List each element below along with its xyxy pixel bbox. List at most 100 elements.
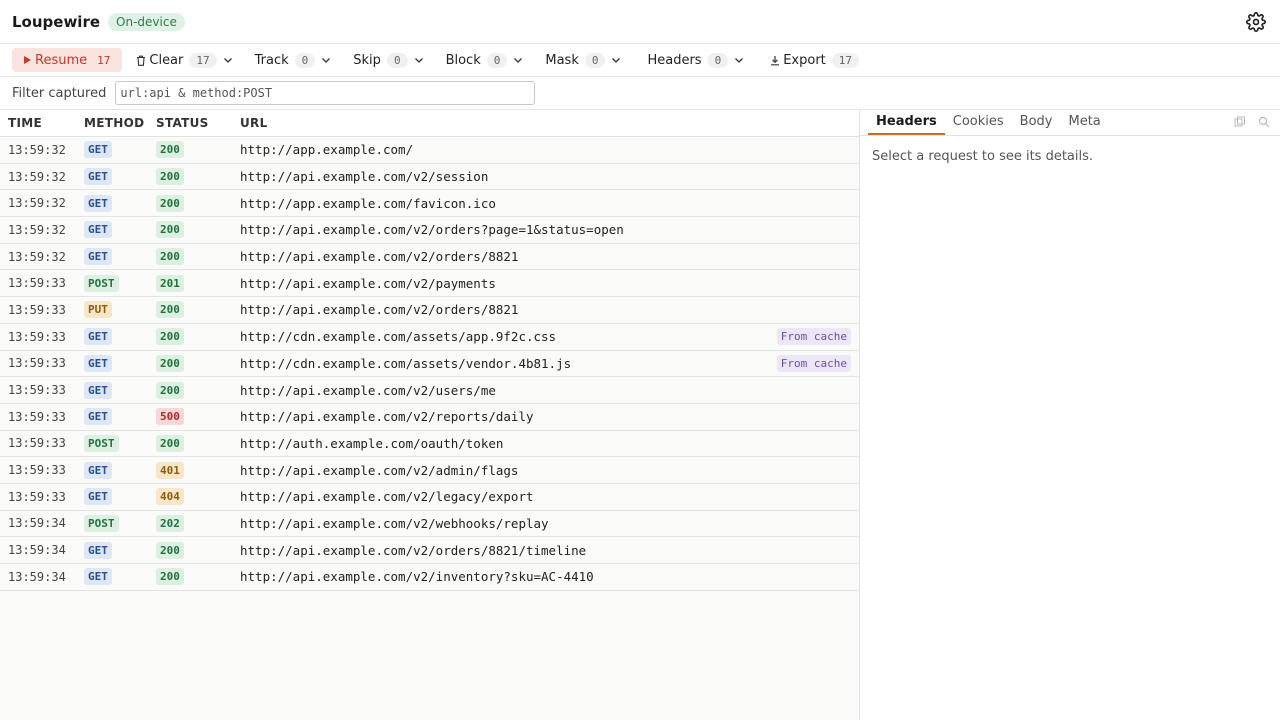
status-badge: 500 [156,408,184,426]
method-badge: GET [84,461,112,479]
chevron-down-icon[interactable] [611,55,621,65]
table-row[interactable]: 13:59:33 POST 201 http://api.example.com/v2… [0,270,859,298]
table-row[interactable]: 13:59:33 PUT 200 http://api.example.com/v2/… [0,297,859,324]
table-row[interactable]: 13:59:32 GET 200 http://api.example.com/v2/… [0,163,859,191]
table-row[interactable]: 13:59:33 GET 200 http://cdn.example.com/ass… [0,323,859,351]
clear-button[interactable]: Clear 17 [136,48,232,72]
chevron-down-icon[interactable] [734,55,744,65]
row-url: http://api.example.com/v2/orders/8821 [240,249,519,265]
method-badge: GET [84,328,112,346]
table-row[interactable]: 13:59:32 GET 200 http://api.example.com/v2/… [0,243,859,271]
filter-label: Filter captured [12,85,107,101]
clear-label: Clear [149,52,184,68]
method-badge: GET [84,141,112,159]
detail-empty-message: Select a request to see its details. [872,149,1094,164]
track-count: 0 [294,52,316,68]
table-row[interactable]: 13:59:33 GET 401 http://api.example.com/v2/… [0,457,859,484]
table-row[interactable]: 13:59:32 GET 200 http://api.example.com/v2/… [0,217,859,244]
chevron-down-icon[interactable] [223,55,233,65]
status-badge: 200 [156,568,184,586]
column-header-status[interactable]: STATUS [156,116,209,130]
tab-headers[interactable]: Headers [868,114,945,135]
row-url: http://api.example.com/v2/payments [240,275,496,291]
export-button[interactable]: Export 17 [770,48,860,72]
row-url: http://api.example.com/v2/admin/flags [240,462,519,478]
block-label: Block [445,52,481,68]
column-header-url[interactable]: URL [240,116,268,130]
headers-button[interactable]: Headers 0 [647,48,744,72]
method-badge: POST [84,274,119,292]
method-badge: POST [84,434,119,452]
row-url: http://api.example.com/v2/legacy/export [240,489,534,505]
chevron-down-icon[interactable] [414,55,424,65]
status-badge: 200 [156,248,184,266]
status-badge: 200 [156,301,184,319]
status-badge: 401 [156,461,184,479]
table-row[interactable]: 13:59:33 GET 200 http://api.example.com/v2/… [0,377,859,404]
status-badge: 200 [156,434,184,452]
row-time: 13:59:33 [8,436,66,451]
status-badge: 202 [156,514,184,532]
status-badge: 200 [156,168,184,186]
method-badge: PUT [84,301,112,319]
row-url: http://cdn.example.com/assets/vendor.4b8… [240,355,572,371]
row-time: 13:59:32 [8,169,66,184]
chevron-down-icon[interactable] [321,55,331,65]
row-time: 13:59:32 [8,222,66,237]
row-url: http://api.example.com/v2/users/me [240,382,496,398]
app-title: Loupewire [12,12,101,31]
skip-count: 0 [386,52,408,68]
filter-input[interactable] [115,81,536,105]
method-badge: GET [84,194,112,212]
tab-cookies[interactable]: Cookies [945,114,1012,135]
mask-label: Mask [545,52,579,68]
column-header-time[interactable]: TIME [8,116,42,130]
table-row[interactable]: 13:59:32 GET 200 http://app.example.com/fav… [0,190,859,218]
block-button[interactable]: Block 0 [446,48,524,72]
skip-button[interactable]: Skip 0 [353,48,423,72]
status-badge: 200 [156,141,184,159]
clear-count: 17 [189,52,217,68]
row-url: http://api.example.com/v2/orders?page=1&… [240,222,624,238]
table-row[interactable]: 13:59:33 GET 200 http://cdn.example.com/ass… [0,350,859,378]
copy-icon[interactable] [1234,116,1246,128]
row-url: http://api.example.com/v2/session [240,169,489,185]
table-row[interactable]: 13:59:34 GET 200 http://api.example.com/v2/… [0,537,859,564]
table-row[interactable]: 13:59:33 GET 404 http://api.example.com/v2/… [0,483,859,511]
row-time: 13:59:33 [8,383,66,398]
track-button[interactable]: Track 0 [255,48,332,72]
row-time: 13:59:33 [8,276,66,291]
row-time: 13:59:32 [8,142,66,157]
tab-meta[interactable]: Meta [1060,114,1108,135]
from-cache-badge: From cache [776,354,851,372]
play-icon [24,56,31,64]
mask-button[interactable]: Mask 0 [545,48,621,72]
table-row[interactable]: 13:59:33 POST 200 http://auth.example.com/o… [0,430,859,458]
search-icon[interactable] [1258,116,1270,128]
table-row[interactable]: 13:59:32 GET 200 http://app.example.com/ [0,137,859,164]
row-url: http://cdn.example.com/assets/app.9f2c.c… [240,329,557,345]
title-bar: Loupewire On-device [0,0,1280,44]
row-url: http://app.example.com/ [240,142,414,158]
method-badge: GET [84,541,112,559]
from-cache-badge: From cache [776,328,851,346]
chevron-down-icon[interactable] [513,55,523,65]
status-badge: 200 [156,541,184,559]
track-label: Track [254,52,289,68]
status-badge: 404 [156,488,184,506]
row-url: http://auth.example.com/oauth/token [240,435,504,451]
status-badge: 200 [156,221,184,239]
detail-tabs: Headers Cookies Body Meta [860,110,1280,136]
headers-label: Headers [647,52,702,68]
table-header: TIME METHOD STATUS URL [0,110,859,137]
row-time: 13:59:33 [8,489,66,504]
table-row[interactable]: 13:59:34 POST 202 http://api.example.com/v2… [0,510,859,538]
gear-icon[interactable] [1246,12,1266,32]
resume-button[interactable]: Resume 17 [12,48,123,72]
table-row[interactable]: 13:59:34 GET 200 http://api.example.com/v2/… [0,564,859,591]
method-badge: GET [84,408,112,426]
table-row[interactable]: 13:59:33 GET 500 http://api.example.com/v2/… [0,403,859,431]
tab-body[interactable]: Body [1012,114,1061,135]
column-header-method[interactable]: METHOD [84,116,144,130]
method-badge: GET [84,221,112,239]
